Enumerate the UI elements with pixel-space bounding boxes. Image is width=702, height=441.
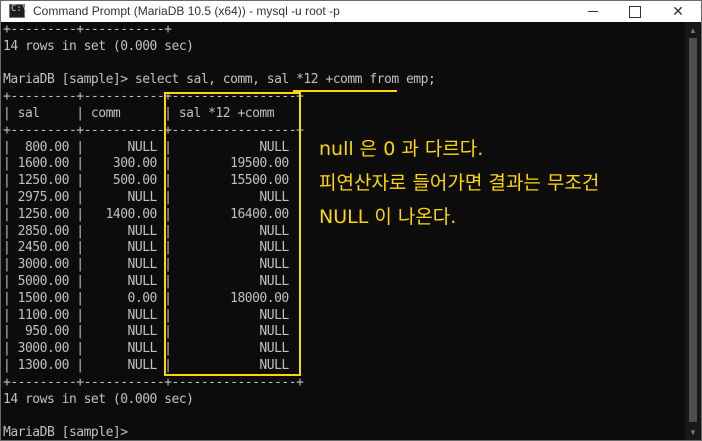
maximize-button[interactable] bbox=[617, 1, 653, 22]
annotation-text: null 은 0 과 다르다. 피연산자로 들어가면 결과는 무조건 NULL … bbox=[319, 132, 599, 234]
console-app-icon: C:\ bbox=[9, 4, 27, 18]
command-prompt-window: C:\ Command Prompt (MariaDB 10.5 (x64)) … bbox=[0, 0, 702, 441]
window-title: Command Prompt (MariaDB 10.5 (x64)) - my… bbox=[33, 4, 340, 18]
query-underline-markup bbox=[293, 90, 397, 92]
annotation-line-1: null 은 0 과 다르다. bbox=[319, 138, 484, 160]
annotation-line-3: NULL 이 나온다. bbox=[319, 206, 457, 228]
annotation-line-2: 피연산자로 들어가면 결과는 무조건 bbox=[319, 172, 600, 194]
vertical-scrollbar[interactable]: ▲ ▼ bbox=[685, 22, 701, 440]
column-highlight-box bbox=[164, 92, 301, 376]
scrollbar-thumb[interactable] bbox=[689, 38, 697, 422]
title-bar[interactable]: C:\ Command Prompt (MariaDB 10.5 (x64)) … bbox=[1, 1, 701, 22]
scroll-up-icon[interactable]: ▲ bbox=[685, 22, 701, 38]
close-button[interactable]: ✕ bbox=[660, 1, 696, 22]
minimize-button[interactable] bbox=[575, 1, 611, 22]
scroll-down-icon[interactable]: ▼ bbox=[685, 424, 701, 440]
